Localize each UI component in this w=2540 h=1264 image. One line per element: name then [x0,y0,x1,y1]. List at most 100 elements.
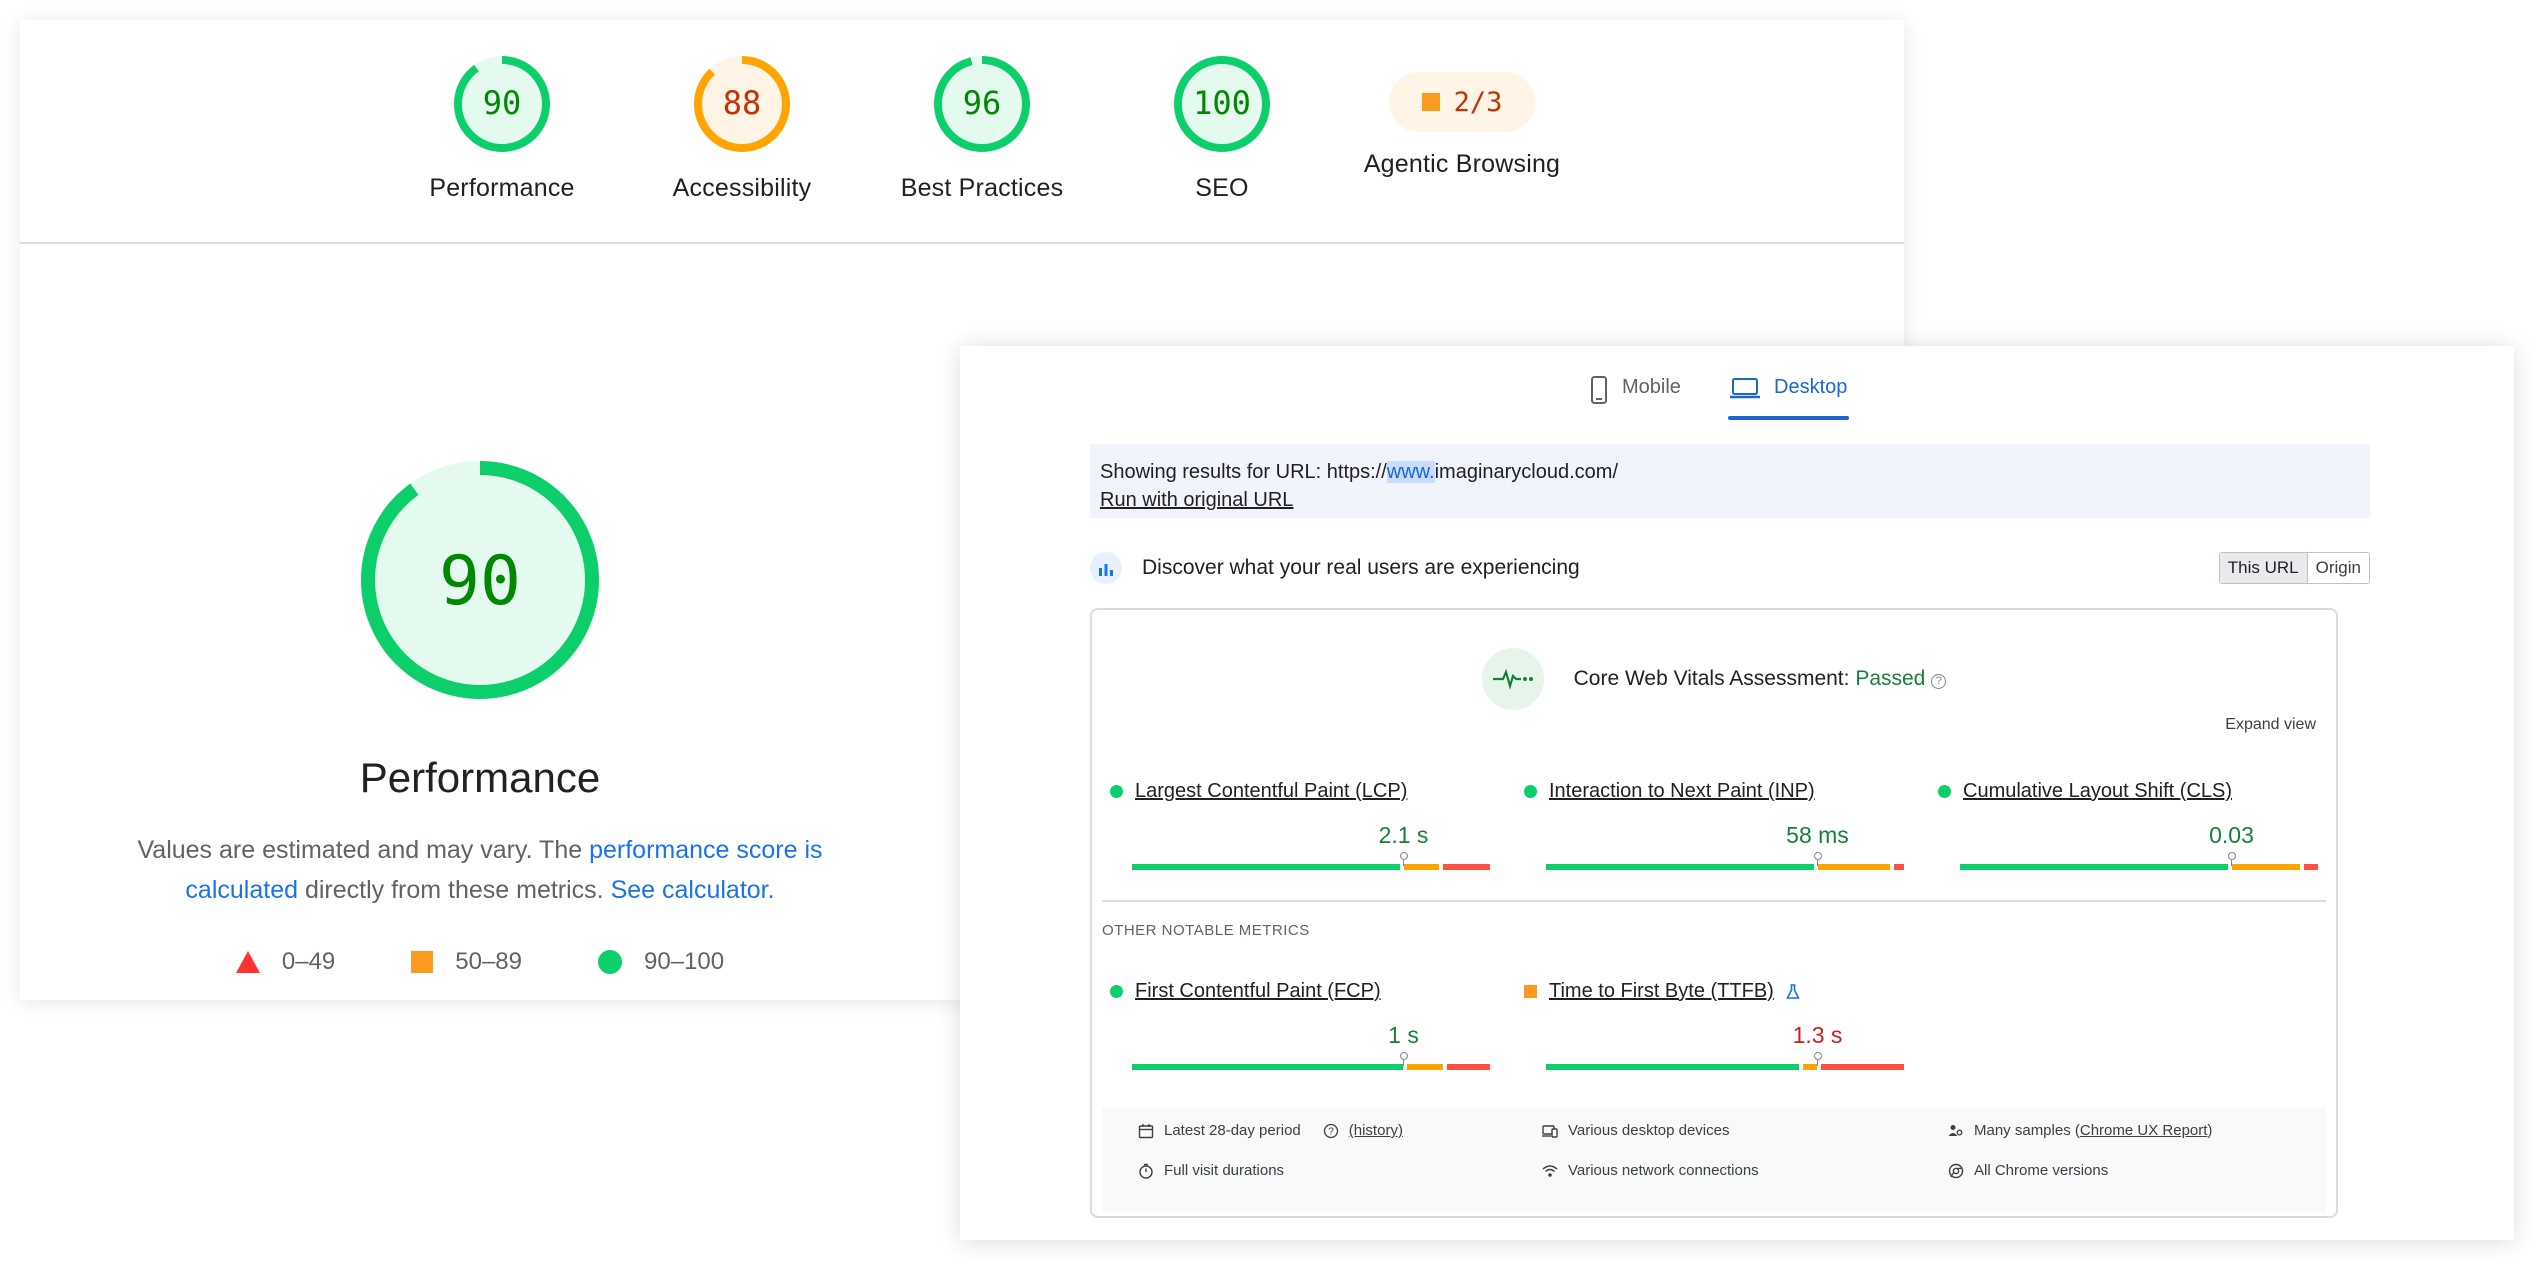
cwv-assessment: Core Web Vitals Assessment: Passed? [1092,648,2336,710]
period-text: Latest 28-day period [1164,1122,1301,1139]
metric-fcp[interactable]: First Contentful Paint (FCP) 1 s [1110,980,1490,1070]
good-segment [1546,1064,1800,1070]
performance-big-gauge: 90 [361,461,599,699]
samples-prefix: Many samples ( [1974,1122,2080,1139]
pass-circle-icon [598,950,623,974]
good-segment [1132,1064,1404,1070]
good-segment [1132,864,1400,870]
gauge-label: Accessibility [672,174,812,202]
cwv-label: Core Web Vitals Assessment: [1573,667,1856,690]
devices-info: Various desktop devices [1542,1122,1729,1139]
poor-segment [1446,1064,1490,1070]
origin-button[interactable]: Origin [2307,553,2369,583]
durations-text: Full visit durations [1164,1162,1285,1179]
users-chart-icon [1090,552,1122,584]
average-square-icon [1421,93,1440,111]
versions-info: All Chrome versions [1948,1162,2108,1179]
metric-name[interactable]: First Contentful Paint (FCP) [1135,980,1381,1003]
wifi-icon [1542,1164,1558,1177]
poor-segment [2303,864,2318,870]
discover-row: Discover what your real users are experi… [1090,550,2370,586]
poor-segment [1893,864,1904,870]
chrome-ux-report-link[interactable]: Chrome UX Report [2080,1122,2208,1139]
samples-info: Many samples (Chrome UX Report) [1948,1122,2212,1139]
gauge-label: Best Practices [900,174,1064,202]
metric-lcp[interactable]: Largest Contentful Paint (LCP) 2.1 s [1110,780,1490,870]
agentic-score-pill: 2/3 [1389,72,1535,132]
gauge-accessibility[interactable]: 88 Accessibility [632,52,852,203]
average-segment [1803,1064,1818,1070]
tab-desktop[interactable]: Desktop [1727,364,1850,424]
performance-title: Performance [359,754,601,801]
chrome-icon [1948,1163,1964,1178]
legend-item-fail: 0–49 [235,948,335,976]
legend-range: 90–100 [644,948,725,975]
average-segment [2231,864,2300,870]
metric-inp[interactable]: Interaction to Next Paint (INP) 58 ms [1524,780,1904,870]
performance-description: Values are estimated and may vary. The p… [100,830,860,910]
expand-view-link[interactable]: Expand view [2225,716,2316,734]
url-suffix: imaginarycloud.com/ [1434,461,1619,483]
see-calculator-link[interactable]: See calculator. [611,876,775,904]
legend-item-average: 50–89 [411,948,522,976]
average-square-icon [411,951,434,973]
desc-text: Values are estimated and may vary. The [137,836,590,864]
gauge-score: 88 [723,84,762,122]
metric-value: 58 ms [1786,822,1849,848]
connections-text: Various network connections [1568,1162,1759,1179]
tab-label: Mobile [1622,376,1681,398]
metric-name[interactable]: Largest Contentful Paint (LCP) [1135,780,1407,803]
experimental-flask-icon [1786,983,1800,999]
metric-value: 1.3 s [1792,1022,1843,1048]
metric-name[interactable]: Time to First Byte (TTFB) [1549,980,1774,1003]
p75-marker [2227,852,2236,866]
gauge-seo[interactable]: 100 SEO [1112,52,1332,203]
metric-name[interactable]: Cumulative Layout Shift (CLS) [1963,780,2232,803]
metric-title: Largest Contentful Paint (LCP) [1110,780,1490,803]
help-icon[interactable]: ? [1323,1123,1339,1139]
help-icon[interactable]: ? [1931,674,1947,689]
metric-title: Time to First Byte (TTFB) [1524,980,1904,1003]
p75-marker [1399,1052,1408,1066]
category-gauges: 90 Performance 88 Accessibility 96 Best … [20,20,1904,242]
history-link[interactable]: (history) [1349,1122,1403,1139]
score-legend: 0–49 50–89 90–100 [20,948,940,976]
divider [1102,900,2326,902]
distribution-bar [1546,852,1908,870]
tab-mobile[interactable]: Mobile [1590,364,1681,424]
distribution-bar [1960,852,2322,870]
gauge-label: Performance [429,174,575,202]
gauge-performance[interactable]: 90 Performance [392,52,612,203]
gauge-score: 100 [1193,84,1251,122]
metric-ttfb[interactable]: Time to First Byte (TTFB) 1.3 s [1524,980,1904,1070]
gauge-score: 90 [483,84,522,122]
good-dot-icon [1938,785,1951,798]
tab-label: Desktop [1774,376,1848,398]
devices-text: Various desktop devices [1568,1122,1730,1139]
this-url-button[interactable]: This URL [2219,553,2308,583]
gauge-best-practices[interactable]: 96 Best Practices [872,52,1092,203]
metric-name[interactable]: Interaction to Next Paint (INP) [1549,780,1815,803]
phone-icon [1591,376,1607,404]
metric-cls[interactable]: Cumulative Layout Shift (CLS) 0.03 [1938,780,2318,870]
performance-section: 90 Performance Values are estimated and … [20,244,940,1000]
poor-segment [1443,864,1490,870]
run-original-url-link[interactable]: Run with original URL [1100,486,2360,514]
field-data-card: Mobile Desktop Showing results for URL: … [960,346,2514,1240]
url-highlight: www. [1386,461,1435,483]
durations-info: Full visit durations [1138,1162,1284,1179]
metric-value: 0.03 [2209,822,2254,848]
distribution-bar [1132,1052,1494,1070]
desc-text: directly from these metrics. [298,876,611,904]
good-dot-icon [1524,785,1537,798]
gauge-agentic-browsing[interactable]: 2/3 Agentic Browsing [1352,52,1572,179]
cwv-status: Passed [1855,667,1926,690]
other-metrics-heading: OTHER NOTABLE METRICS [1102,922,1310,939]
performance-score: 90 [439,542,521,621]
url-line: Showing results for URL: https://www.ima… [1100,458,2360,486]
p75-marker [1399,852,1408,866]
average-segment [1403,864,1440,870]
data-source-footer: Latest 28-day period ? (history) Full vi… [1102,1108,2326,1212]
average-segment [1407,1064,1443,1070]
core-web-vitals-panel: Core Web Vitals Assessment: Passed? Expa… [1090,608,2338,1218]
